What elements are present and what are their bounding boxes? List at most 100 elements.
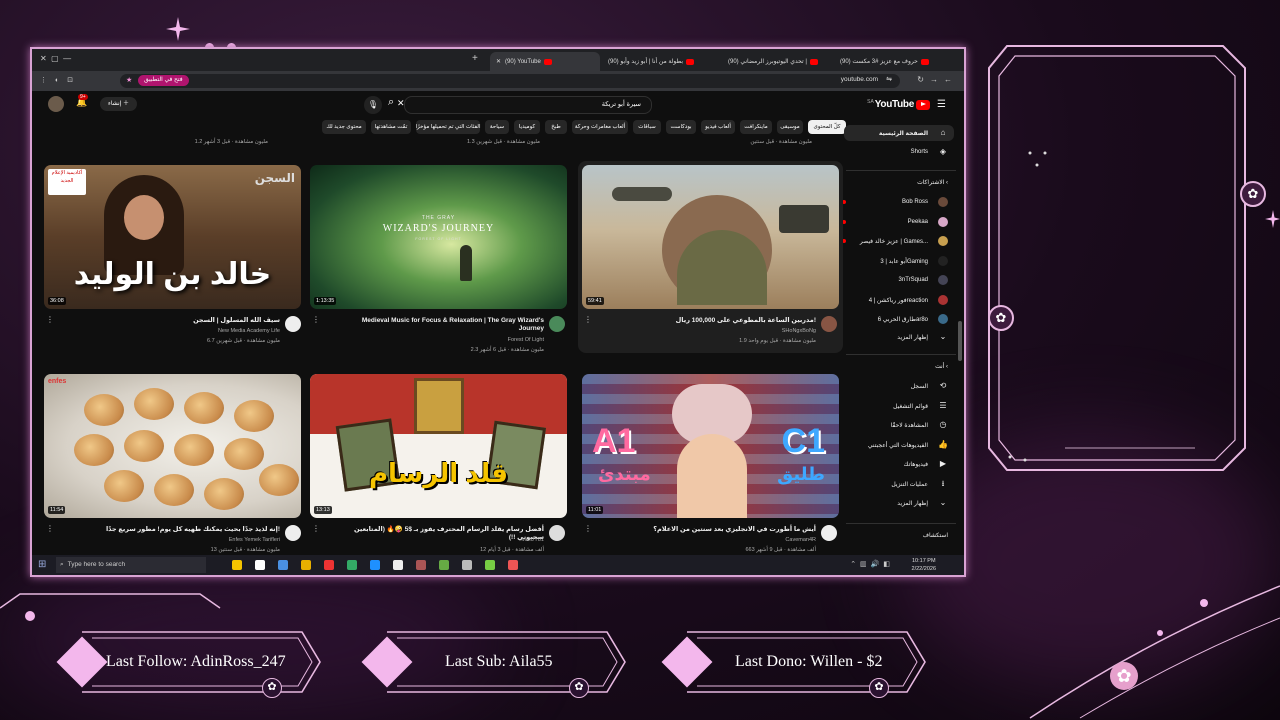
sidebar-sub-item[interactable]: أبو عابد | 3Gaming [880, 258, 928, 265]
you-header[interactable]: أنت ‹ [935, 363, 948, 370]
taskbar-app-icon[interactable] [416, 560, 426, 570]
taskbar-app-icon[interactable] [232, 560, 242, 570]
window-controls[interactable]: ✕ ▢ — [40, 54, 71, 63]
taskbar-app-icon[interactable] [508, 560, 518, 570]
channel-name[interactable]: New Media Academy Life [72, 328, 280, 334]
sidebar-sub-item[interactable]: عزيز خالد فيصر | Games... [860, 238, 928, 245]
chip-11[interactable]: تمّت مشاهدتها [371, 120, 411, 134]
tune-icon[interactable]: ⇋ [886, 75, 892, 83]
chip-1[interactable]: موسيقى [777, 120, 803, 134]
url-bar[interactable]: ★ فتح في التطبيق youtube.com ⇋ [120, 74, 900, 88]
more-icon[interactable]: ⋮ [312, 524, 320, 533]
more-icon[interactable]: ⋮ [312, 315, 320, 324]
browser-menu-icons[interactable]: ⋮◐⊡ [40, 76, 81, 84]
chip-2[interactable]: ماينكرافت [740, 120, 772, 134]
chip-10[interactable]: الفئات التي تم تحميلها مؤخرًا [416, 120, 480, 134]
video-thumbnail[interactable]: A1 مبتدئ C1 طليق 11:01 [582, 374, 839, 518]
video-title[interactable]: مدربين الساعة بالمطوعي على 100,000 ريال! [608, 317, 816, 325]
system-tray[interactable]: ⌃▥🔊◧ [850, 560, 894, 568]
sidebar-you-item[interactable]: عمليات التنزيل [891, 481, 928, 488]
sidebar-sub-item[interactable]: فور رياكشن | 4reaction [869, 297, 928, 304]
taskbar-app-icon[interactable] [324, 560, 334, 570]
chip-4[interactable]: بودكاست [666, 120, 696, 134]
sidebar-you-item[interactable]: السجل [911, 383, 928, 390]
video-thumbnail[interactable]: 59:41 [582, 165, 839, 309]
channel-avatar[interactable] [285, 525, 301, 541]
channel-name[interactable]: MODY81 [336, 537, 544, 543]
more-icon[interactable]: ⋮ [584, 524, 592, 533]
more-icon[interactable]: ⋮ [46, 524, 54, 533]
channel-avatar[interactable] [821, 316, 837, 332]
star-icon[interactable]: ★ [126, 76, 132, 84]
sidebar-sub-item[interactable]: 3nTrSquad [899, 277, 928, 283]
channel-name[interactable]: Forest Of Light [336, 337, 544, 343]
search-icon[interactable]: ⌕ [388, 96, 394, 109]
shorts-icon[interactable]: ◈ [938, 147, 948, 157]
sidebar-sub-item[interactable]: Bob Ross [902, 199, 928, 205]
channel-avatar[interactable] [549, 525, 565, 541]
nav-buttons[interactable]: ↻→← [917, 75, 958, 84]
tab-2[interactable]: (90) بطولة من أنا | أبو زيد وأبو [602, 52, 720, 71]
channel-name[interactable]: SHoNgxBoNg [608, 328, 816, 334]
taskbar-app-icon[interactable] [393, 560, 403, 570]
tab-3[interactable]: (90) تحدي اليوتيوبرز الرمضاني | [722, 52, 832, 71]
tab-4[interactable]: (90) حروف مع عزيز #3 مكست [834, 52, 946, 71]
sidebar-you-item[interactable]: الفيديوهات التي أعجبتني [868, 442, 928, 449]
taskbar-app-icon[interactable] [255, 560, 265, 570]
sidebar-you-item[interactable]: فيديوهاتك [904, 461, 928, 468]
taskbar-app-icon[interactable] [278, 560, 288, 570]
channel-name[interactable]: Caveman4R [608, 537, 816, 543]
more-icon[interactable]: ⋮ [584, 315, 592, 324]
video-title[interactable]: سيف الله المسلول | السجن [72, 317, 280, 325]
taskbar-app-icon[interactable] [301, 560, 311, 570]
subscriptions-header[interactable]: الاشتراكات ‹ [917, 179, 948, 186]
scrollbar[interactable] [958, 321, 962, 361]
channel-avatar[interactable] [285, 316, 301, 332]
chip-0[interactable]: كلّ المحتوى [808, 120, 846, 134]
taskbar-app-icon[interactable] [370, 560, 380, 570]
taskbar-app-icon[interactable] [485, 560, 495, 570]
chip-3[interactable]: ألعاب فيديو [701, 120, 735, 134]
video-title[interactable]: Medieval Music for Focus & Relaxation | … [336, 317, 544, 333]
more-icon[interactable]: ⋮ [46, 315, 54, 324]
tab-youtube[interactable]: ✕ (90) YouTube [490, 52, 600, 71]
taskbar-app-icon[interactable] [462, 560, 472, 570]
channel-avatar[interactable] [549, 316, 565, 332]
sidebar-item-shorts[interactable]: Shorts [911, 149, 928, 155]
chip-8[interactable]: كوميديا [514, 120, 540, 134]
video-thumbnail[interactable]: enfes 11:54 [44, 374, 301, 518]
windows-start-icon[interactable]: ⊞ [38, 559, 46, 570]
sidebar-sub-item[interactable]: طارق الحربي 6ar8o [878, 316, 928, 323]
open-in-app-button[interactable]: فتح في التطبيق [138, 75, 189, 86]
sidebar-sub-item[interactable]: Peekaa [908, 219, 928, 225]
sidebar-you-item[interactable]: قوائم التشغيل [893, 403, 928, 410]
chip-6[interactable]: ألعاب مغامرات وحركة [572, 120, 628, 134]
clock[interactable]: 10:17 PM 2/22/2026 [912, 557, 936, 573]
close-icon[interactable]: ✕ [496, 58, 501, 65]
chip-5[interactable]: سباقات [633, 120, 661, 134]
search-input[interactable]: سيرة أبو تريكة ✕ [397, 96, 652, 114]
video-thumbnail[interactable]: قلد الرسام 13:13 [310, 374, 567, 518]
chip-9[interactable]: سياحة [485, 120, 509, 134]
channel-avatar[interactable] [821, 525, 837, 541]
video-thumbnail[interactable]: أكاديمية الإعلام الجديد السجن خالد بن ال… [44, 165, 301, 309]
chevron-down-icon[interactable]: ⌄ [938, 332, 948, 342]
microphone-icon[interactable]: 🎙 [364, 96, 382, 114]
youtube-logo[interactable]: SA YouTube [867, 99, 930, 110]
chip-7[interactable]: طبخ [545, 120, 567, 134]
taskbar-search[interactable]: ⌕ Type here to search [56, 557, 206, 573]
sidebar-you-item[interactable]: المشاهدة لاحقًا [891, 422, 928, 429]
new-tab-button[interactable]: + [472, 53, 478, 64]
create-button[interactable]: إنشاء ＋ [100, 97, 138, 111]
show-more-subs[interactable]: إظهار المزيد [897, 334, 928, 341]
chip-12[interactable]: محتوى جديد لك [322, 120, 366, 134]
clear-icon[interactable]: ✕ [397, 98, 405, 109]
avatar[interactable] [48, 96, 64, 112]
menu-icon[interactable]: ☰ [937, 99, 946, 110]
sidebar-you-item[interactable]: إظهار المزيد [897, 500, 928, 507]
video-title[interactable]: إنه لذيذ جدًا بحيث يمكنك طهيه كل يوم! مط… [72, 526, 280, 534]
video-thumbnail[interactable]: THE GRAY WIZARD'S JOURNEY FOREST OF LIGH… [310, 165, 567, 309]
video-title[interactable]: أيش ما أطورت في الانجليزي بعد سنتين من ا… [608, 526, 816, 534]
taskbar-app-icon[interactable] [439, 560, 449, 570]
channel-name[interactable]: Enfes Yemek Tarifleri [72, 537, 280, 543]
